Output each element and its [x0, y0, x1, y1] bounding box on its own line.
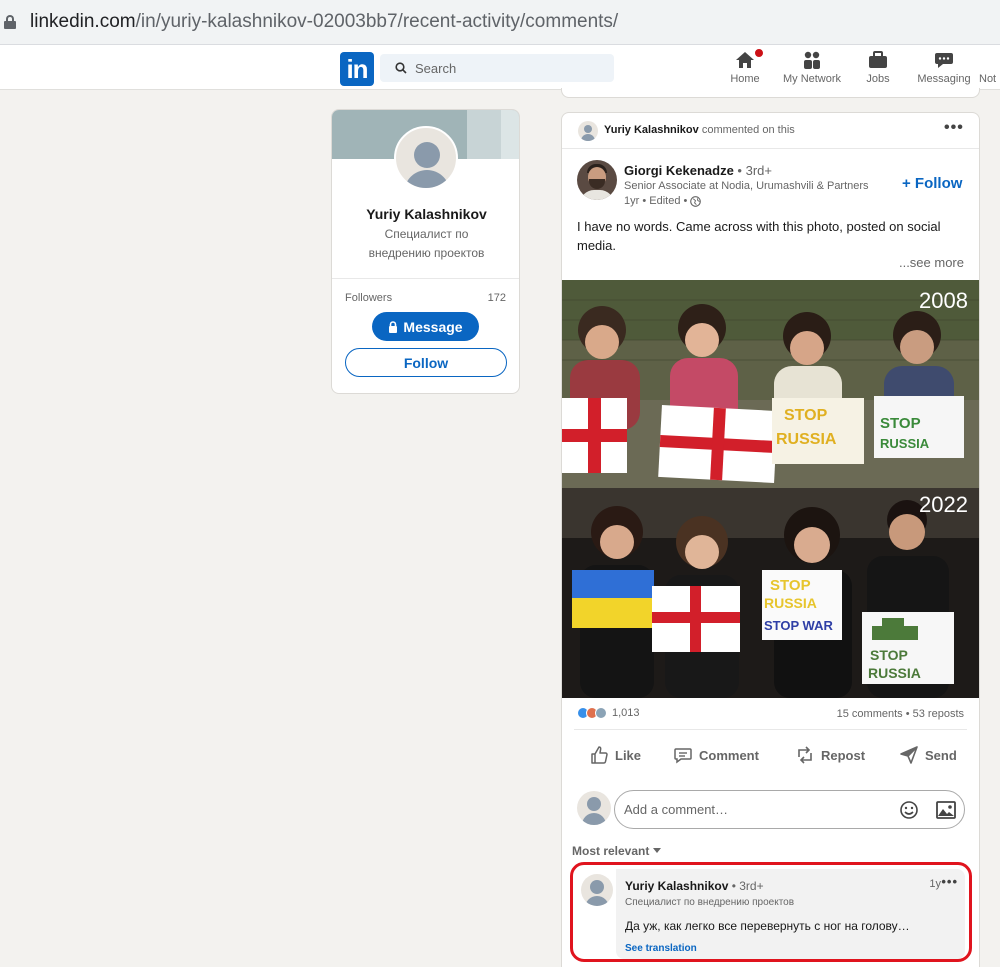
nav-messaging[interactable]: Messaging — [916, 49, 972, 85]
linkedin-logo[interactable]: in — [340, 52, 374, 86]
author-name-line[interactable]: Giorgi Kekenadze • 3rd+ — [624, 163, 772, 178]
previous-post-card — [561, 88, 980, 98]
message-button-label: Message — [403, 318, 463, 335]
people-icon — [780, 49, 844, 71]
author-avatar[interactable] — [577, 160, 617, 200]
author-name[interactable]: Giorgi Kekenadze — [624, 163, 734, 178]
repost-label: Repost — [821, 747, 866, 763]
profile-card: Yuriy Kalashnikov Специалист по внедрени… — [331, 109, 520, 394]
nav-notifications-label: Not — [979, 73, 997, 85]
see-more-link[interactable]: ...see more — [899, 255, 964, 270]
caret-down-icon — [653, 848, 662, 853]
author-headline: Senior Associate at Nodia, Urumashvili &… — [624, 180, 869, 192]
follow-button[interactable]: Follow — [345, 348, 507, 377]
actions-divider — [574, 729, 967, 730]
post-card: Yuriy Kalashnikov commented on this ••• … — [561, 112, 980, 967]
comment-label: Comment — [699, 747, 759, 763]
send-label: Send — [925, 747, 957, 763]
profile-headline: Специалист по внедрению проектов — [368, 227, 485, 260]
post-context-header: Yuriy Kalashnikov commented on this ••• — [562, 113, 979, 149]
year-label-bottom: 2022 — [919, 492, 968, 517]
nav-jobs-label: Jobs — [866, 73, 890, 85]
svg-text:RUSSIA: RUSSIA — [776, 431, 837, 448]
nav-home-label: Home — [730, 73, 760, 85]
url-text[interactable]: linkedin.com/in/yuriy-kalashnikov-02003b… — [30, 11, 618, 33]
svg-text:RUSSIA: RUSSIA — [764, 595, 817, 611]
nav-home[interactable]: Home — [729, 47, 765, 85]
sort-comments-dropdown[interactable]: Most relevant — [572, 844, 662, 858]
url-host: linkedin.com — [30, 11, 136, 32]
nav-my-network-label: My Network — [782, 73, 842, 85]
year-label-top: 2008 — [919, 288, 968, 313]
repost-icon — [798, 746, 812, 764]
lock-icon — [389, 320, 398, 333]
nav-notifications[interactable]: Not — [979, 49, 1000, 85]
reactions-count: 1,013 — [612, 707, 640, 719]
message-button[interactable]: Message — [372, 312, 479, 341]
svg-text:STOP: STOP — [770, 577, 811, 594]
svg-text:STOP: STOP — [880, 415, 921, 432]
search-box[interactable]: Search — [380, 54, 614, 82]
send-icon — [900, 746, 918, 764]
followers-label: Followers — [345, 292, 393, 304]
profile-name[interactable]: Yuriy Kalashnikov — [332, 206, 519, 222]
profile-avatar[interactable] — [394, 126, 458, 190]
post-age: 1yr • Edited • — [624, 195, 688, 207]
svg-text:RUSSIA: RUSSIA — [868, 665, 921, 681]
follow-author-button[interactable]: + Follow — [902, 175, 962, 192]
globe-icon — [690, 195, 702, 207]
svg-text:STOP: STOP — [870, 647, 908, 663]
browser-address-bar[interactable]: linkedin.com/in/yuriy-kalashnikov-02003b… — [0, 0, 1000, 45]
nav-jobs[interactable]: Jobs — [864, 49, 892, 85]
chat-icon — [916, 49, 972, 71]
bell-icon — [979, 49, 1000, 71]
reactions-summary[interactable]: 1,013 — [577, 707, 640, 719]
post-stats: 1,013 15 comments • 53 reposts — [577, 707, 964, 722]
context-text: Yuriy Kalashnikov commented on this — [604, 124, 795, 136]
comment-icon — [674, 748, 692, 764]
search-placeholder: Search — [415, 60, 457, 76]
emoji-icon[interactable] — [899, 800, 919, 820]
highlight-annotation — [570, 862, 972, 962]
briefcase-icon — [864, 49, 892, 71]
like-button[interactable]: Like — [589, 745, 641, 765]
context-name[interactable]: Yuriy Kalashnikov — [604, 124, 699, 136]
svg-text:STOP: STOP — [784, 407, 828, 424]
add-comment-placeholder: Add a comment… — [624, 802, 729, 817]
comments-reposts-count[interactable]: 15 comments • 53 reposts — [837, 708, 964, 720]
search-icon — [395, 62, 407, 74]
profile-divider — [332, 278, 519, 279]
send-button[interactable]: Send — [899, 745, 957, 765]
lock-icon — [4, 15, 16, 29]
home-icon — [729, 47, 765, 71]
comment-button[interactable]: Comment — [673, 745, 759, 765]
notification-dot — [753, 47, 765, 59]
image-icon[interactable] — [936, 801, 956, 819]
followers-count: 172 — [487, 292, 506, 304]
post-image[interactable]: STOP RUSSIA STOP RUSSIA 2008 STOP RUSSIA… — [562, 280, 979, 698]
post-photo: STOP RUSSIA STOP RUSSIA 2008 STOP RUSSIA… — [562, 280, 979, 698]
context-avatar[interactable] — [578, 121, 598, 141]
more-options-icon[interactable]: ••• — [944, 119, 964, 137]
top-navigation: in Search Home My Network Jobs Messaging… — [0, 45, 1000, 90]
svg-text:STOP WAR: STOP WAR — [764, 618, 833, 633]
author-meta: 1yr • Edited • — [624, 195, 702, 207]
nav-messaging-label: Messaging — [917, 73, 971, 85]
current-user-avatar[interactable] — [577, 791, 611, 825]
svg-text:RUSSIA: RUSSIA — [880, 436, 930, 451]
support-reaction-icon — [595, 707, 607, 719]
add-comment-input[interactable]: Add a comment… — [614, 790, 965, 829]
thumbs-up-icon — [591, 746, 608, 764]
nav-my-network[interactable]: My Network — [780, 49, 844, 85]
url-path: /in/yuriy-kalashnikov-02003bb7/recent-ac… — [135, 11, 619, 32]
author-degree: • 3rd+ — [733, 163, 772, 178]
like-label: Like — [615, 747, 642, 763]
sort-label: Most relevant — [572, 844, 650, 858]
post-text: I have no words. Came across with this p… — [577, 219, 941, 253]
context-action: commented on this — [698, 124, 795, 136]
repost-button[interactable]: Repost — [795, 745, 865, 765]
